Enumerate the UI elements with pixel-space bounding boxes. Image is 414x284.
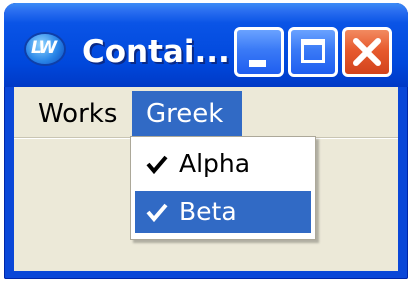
app-icon[interactable]: LW: [26, 34, 64, 64]
menu-item-beta-label: Beta: [179, 197, 237, 226]
menu-item-beta[interactable]: Beta: [135, 191, 311, 233]
maximize-icon: [301, 39, 325, 63]
checkmark-icon: [146, 155, 168, 175]
menu-works[interactable]: Works: [24, 91, 130, 137]
minimize-button[interactable]: [234, 27, 284, 77]
menu-greek[interactable]: Greek: [132, 91, 242, 137]
close-icon: [353, 38, 381, 66]
close-button[interactable]: [342, 27, 392, 77]
title-bar[interactable]: LW Contai...: [4, 3, 408, 87]
app-icon-text: LW: [31, 38, 57, 58]
maximize-button[interactable]: [288, 27, 338, 77]
menu-item-alpha[interactable]: Alpha: [135, 143, 311, 185]
checkmark-icon: [146, 203, 168, 223]
minimize-icon: [249, 60, 266, 67]
greek-dropdown-menu: Alpha Beta: [130, 136, 316, 240]
menu-item-alpha-label: Alpha: [179, 149, 251, 178]
menu-bar: Works Greek: [14, 87, 398, 139]
window-title: Contai...: [82, 34, 230, 70]
